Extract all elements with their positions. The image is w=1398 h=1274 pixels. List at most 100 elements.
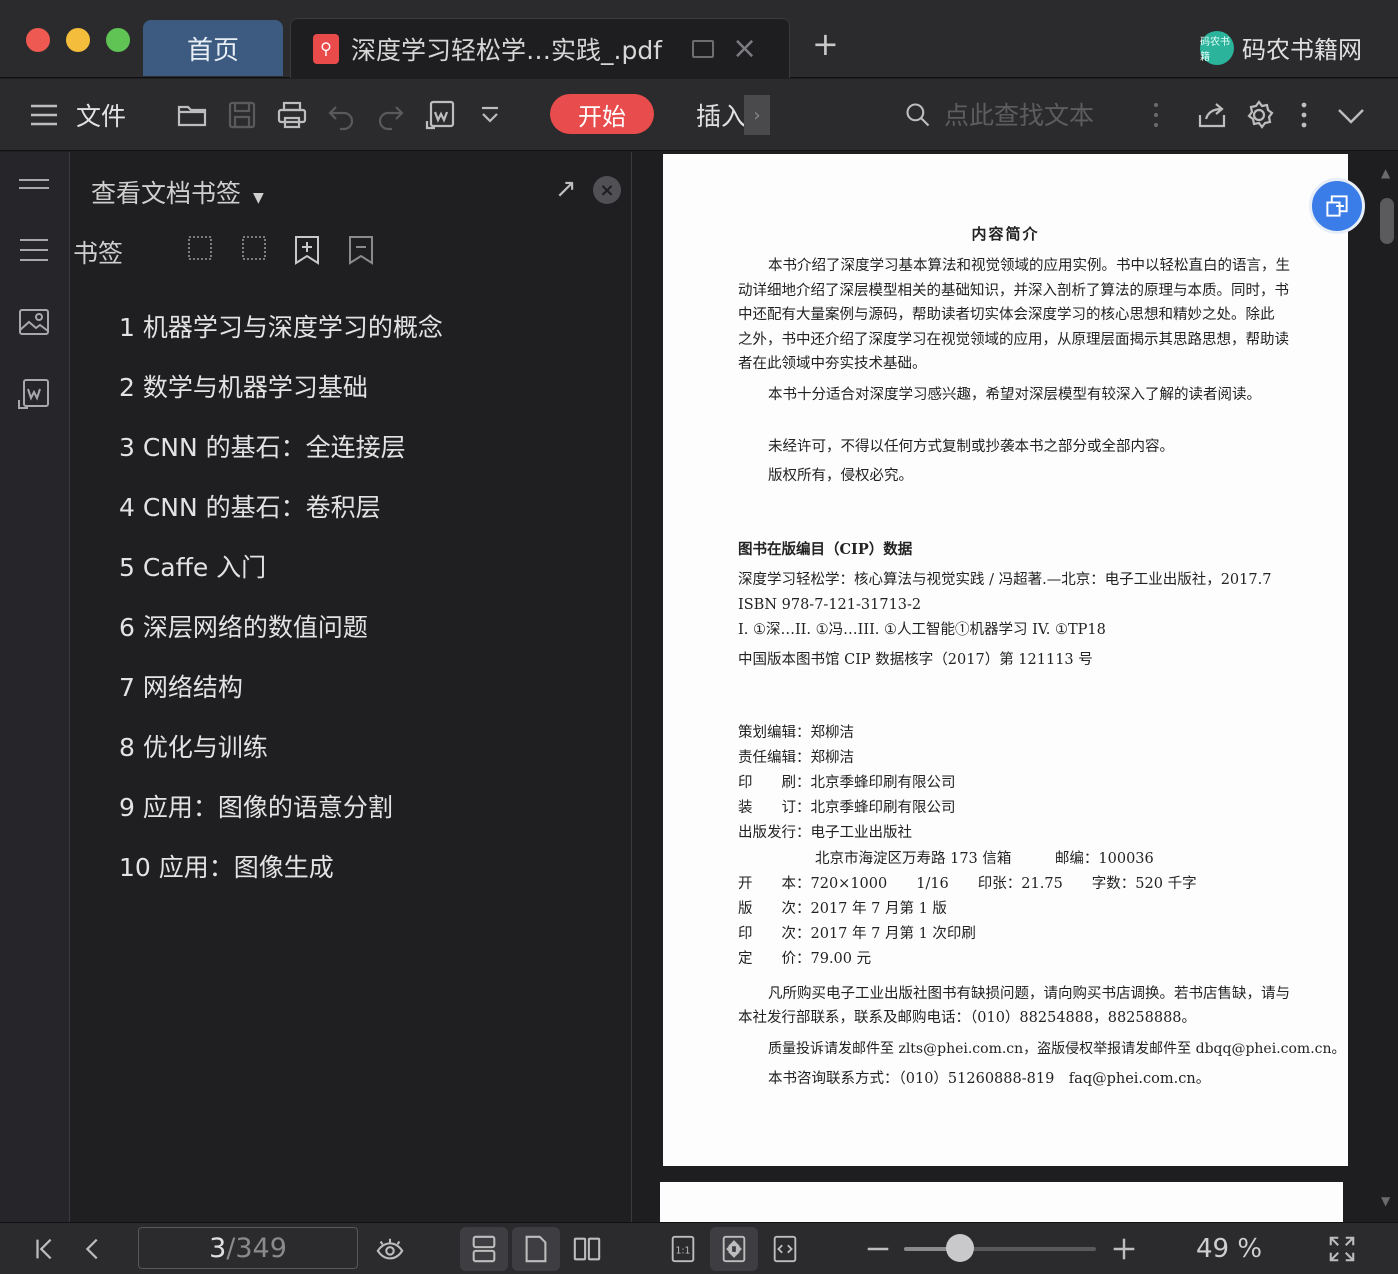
close-tab-icon[interactable]: ×	[732, 33, 757, 64]
collapse-toolbar-chevron-icon[interactable]	[1334, 79, 1368, 151]
zoom-level[interactable]: 49 %	[1196, 1223, 1262, 1274]
single-page-icon[interactable]	[512, 1227, 560, 1271]
actual-size-icon[interactable]: 1:1	[662, 1223, 704, 1274]
undo-icon[interactable]	[322, 79, 362, 151]
bookmark-item[interactable]: 6 深层网络的数值问题	[119, 602, 443, 662]
monitor-icon[interactable]	[692, 39, 714, 58]
credit-line: 出版发行：电子工业出版社	[738, 825, 912, 841]
open-folder-icon[interactable]	[172, 79, 212, 151]
credit-line: 责任编辑：郑柳洁	[738, 750, 854, 766]
floating-convert-button[interactable]	[1309, 178, 1365, 234]
zoom-slider[interactable]	[904, 1247, 1096, 1251]
vertical-scrollbar[interactable]: ▲ ▼	[1377, 152, 1397, 1222]
bookmark-item[interactable]: 5 Caffe 入门	[119, 542, 443, 602]
close-panel-icon[interactable]: ×	[593, 176, 621, 204]
page-paragraph-line: 之外，书中还介绍了深度学习在视觉领域的应用，从原理层面揭示其思路思想，帮助读	[738, 331, 1289, 348]
more-dropdown-icon[interactable]	[472, 79, 508, 151]
brand: 码农书籍 码农书籍网	[1200, 30, 1362, 65]
convert-doc-icon	[1326, 195, 1348, 217]
file-menu[interactable]: 文件	[76, 79, 126, 151]
pdf-page: 内容简介 本书介绍了深度学习基本算法和视觉领域的应用实例。书中以轻松直白的语言，…	[663, 154, 1348, 1166]
bookmark-panel-title-label: 查看文档书签	[91, 179, 242, 208]
cip-title: 图书在版编目（CIP）数据	[738, 541, 913, 558]
save-icon[interactable]	[222, 79, 262, 151]
expand-all-icon[interactable]	[183, 234, 215, 266]
convert-pdf-icon[interactable]	[420, 79, 462, 151]
tab-home[interactable]: 首页	[143, 20, 283, 76]
zoom-slider-knob[interactable]	[945, 1234, 974, 1262]
toolbar-divider-dots-icon	[1146, 79, 1166, 151]
bookmark-item[interactable]: 9 应用：图像的语意分割	[119, 782, 443, 842]
tab-insert[interactable]: 插入	[696, 79, 746, 151]
next-pdf-page	[660, 1182, 1343, 1222]
page-number-field[interactable]: 3 / 349	[138, 1227, 358, 1269]
page-paragraph-line: 者在此领域中夯实技术基础。	[738, 356, 927, 372]
bookmark-panel-title[interactable]: 查看文档书签 ▼	[91, 174, 264, 210]
ribbon-scroll-right-icon[interactable]: ›	[744, 95, 770, 135]
collapse-sidebar-icon[interactable]	[16, 168, 52, 204]
tab-start[interactable]: 开始	[550, 94, 654, 134]
previous-page-icon[interactable]	[78, 1223, 108, 1274]
zoom-window-button[interactable]	[106, 28, 130, 52]
fit-width-icon[interactable]	[764, 1223, 806, 1274]
bookmark-item[interactable]: 8 优化与训练	[119, 722, 443, 782]
zoom-in-icon[interactable]	[1108, 1223, 1140, 1274]
search-box[interactable]	[904, 93, 1124, 137]
bookmark-item[interactable]: 1 机器学习与深度学习的概念	[119, 302, 443, 362]
print-icon[interactable]	[272, 79, 312, 151]
page-separator: /	[226, 1232, 236, 1264]
notice-line: 凡所购买电子工业出版社图书有缺损问题，请向购买书店调换。若书店售缺，请与	[768, 986, 1290, 1002]
credit-line: 策划编辑：郑柳洁	[738, 725, 854, 741]
credit-line: 北京市海淀区万寿路 173 信箱 邮编：100036	[815, 851, 1154, 867]
pop-out-arrow-icon[interactable]: ↗	[555, 174, 577, 204]
page-paragraph-line: 未经许可，不得以任何方式复制或抄袭本书之部分或全部内容。	[768, 439, 1174, 455]
redo-icon[interactable]	[370, 79, 410, 151]
scroll-down-arrow-icon[interactable]: ▼	[1381, 1194, 1390, 1208]
page-paragraph-line: 动详细地介绍了深层模型相关的基础知识，并深入剖析了算法的原理与本质。同时，书	[738, 282, 1289, 299]
two-page-icon[interactable]	[564, 1223, 610, 1274]
outline-list-icon[interactable]	[16, 232, 52, 268]
scroll-up-arrow-icon[interactable]: ▲	[1381, 166, 1390, 180]
bookmark-item[interactable]: 2 数学与机器学习基础	[119, 362, 443, 422]
thumbnail-image-icon[interactable]	[16, 304, 52, 340]
more-options-icon[interactable]	[1294, 79, 1314, 151]
tab-document-title: 深度学习轻松学…实践_.pdf	[351, 35, 662, 65]
fullscreen-icon[interactable]	[1324, 1223, 1360, 1274]
sidebar-strip	[0, 152, 70, 1222]
credit-line: 印 次：2017 年 7 月第 1 次印刷	[738, 926, 976, 942]
zoom-out-icon[interactable]	[862, 1223, 894, 1274]
document-viewport[interactable]: 内容简介 本书介绍了深度学习基本算法和视觉领域的应用实例。书中以轻松直白的语言，…	[633, 152, 1398, 1222]
first-page-icon[interactable]	[28, 1223, 62, 1274]
share-icon[interactable]	[1194, 79, 1230, 151]
cip-line: I. ①深…II. ①冯…III. ①人工智能①机器学习 IV. ①TP18	[738, 622, 1106, 638]
scrollbar-thumb[interactable]	[1380, 198, 1394, 244]
delete-bookmark-icon[interactable]	[345, 234, 377, 266]
svg-text:1:1: 1:1	[675, 1246, 690, 1257]
bookmark-item[interactable]: 7 网络结构	[119, 662, 443, 722]
bookmark-section-label: 书签	[73, 239, 124, 268]
bookmark-item[interactable]: 3 CNN 的基石：全连接层	[119, 422, 443, 482]
bookmark-item[interactable]: 4 CNN 的基石：卷积层	[119, 482, 443, 542]
new-tab-button[interactable]: +	[812, 28, 839, 60]
settings-gear-icon[interactable]	[1240, 79, 1278, 151]
notice-line: 质量投诉请发邮件至 zlts@phei.com.cn，盗版侵权举报请发邮件至 d…	[768, 1041, 1346, 1057]
collapse-all-icon[interactable]	[237, 234, 269, 266]
toolbar: 文件 开始 插入 ›	[0, 79, 1398, 151]
hamburger-menu-icon[interactable]	[26, 79, 62, 151]
status-bar: 3 / 349 1:1 49 %	[0, 1222, 1398, 1274]
credit-line: 开 本：720×1000 1/16 印张：21.75 字数：520 千字	[738, 876, 1197, 892]
brand-logo: 码农书籍	[1200, 30, 1234, 65]
add-bookmark-icon[interactable]	[291, 234, 323, 266]
continuous-scroll-icon[interactable]	[460, 1227, 508, 1271]
search-input[interactable]	[944, 100, 1124, 130]
tab-document[interactable]: ⚲ 深度学习轻松学…实践_.pdf ×	[290, 18, 790, 78]
dropdown-caret-icon: ▼	[252, 190, 264, 206]
page-paragraph-line: 版权所有，侵权必究。	[768, 468, 913, 484]
convert-word-icon[interactable]	[16, 376, 52, 412]
fit-page-icon[interactable]	[710, 1227, 758, 1271]
cip-line: 深度学习轻松学：核心算法与视觉实践 / 冯超著.—北京：电子工业出版社，2017…	[738, 572, 1272, 588]
bookmark-item[interactable]: 10 应用：图像生成	[119, 842, 443, 902]
eye-protection-icon[interactable]	[370, 1223, 410, 1274]
close-window-button[interactable]	[26, 28, 50, 52]
minimize-window-button[interactable]	[66, 28, 90, 52]
